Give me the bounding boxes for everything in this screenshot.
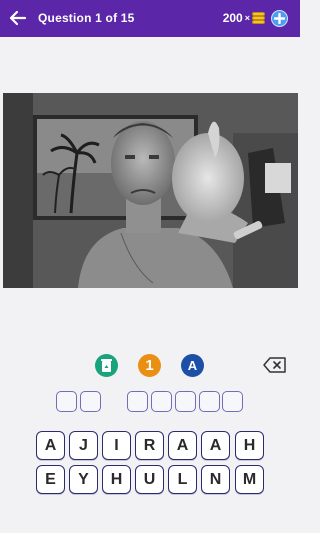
letter-key[interactable]: L [168,465,197,494]
letter-key[interactable]: M [235,465,264,494]
answer-slot[interactable] [80,391,101,412]
letter-key[interactable]: E [36,465,65,494]
recycle-icon [101,359,112,372]
add-coins-button[interactable] [271,10,288,27]
app-screen: Question 1 of 15 200 × 1 A A J I R A A H… [0,0,300,533]
letter-key[interactable]: A [168,431,197,460]
reveal-letter-hint-button[interactable]: 1 [138,354,161,377]
back-button[interactable] [8,8,28,28]
letter-key[interactable]: A [36,431,65,460]
letter-key[interactable]: U [135,465,164,494]
answer-slot[interactable] [127,391,148,412]
backspace-button[interactable] [263,356,287,374]
arrow-left-icon [9,10,27,26]
backspace-icon [263,357,286,373]
clue-image [3,93,298,288]
coin-count: 200 [222,11,243,25]
answer-slot[interactable] [199,391,220,412]
letter-key[interactable]: R [135,431,164,460]
letter-key[interactable]: H [102,465,131,494]
answer-slot[interactable] [222,391,243,412]
letter-key[interactable]: A [201,431,230,460]
remove-letters-hint-button[interactable] [95,354,118,377]
coins-icon [252,12,266,24]
letter-key[interactable]: H [235,431,264,460]
letter-key[interactable]: I [102,431,131,460]
coin-balance: 200 × [223,11,266,25]
letter-key[interactable]: Y [69,465,98,494]
answer-slot[interactable] [175,391,196,412]
answer-slot[interactable] [56,391,77,412]
top-bar: Question 1 of 15 200 × [0,0,300,37]
answer-slot[interactable] [151,391,172,412]
question-counter: Question 1 of 15 [38,11,135,25]
letter-key[interactable]: J [69,431,98,460]
letter-key[interactable]: N [201,465,230,494]
show-answer-hint-button[interactable]: A [181,354,204,377]
multiply-sign: × [244,13,250,23]
plus-icon [274,13,285,24]
